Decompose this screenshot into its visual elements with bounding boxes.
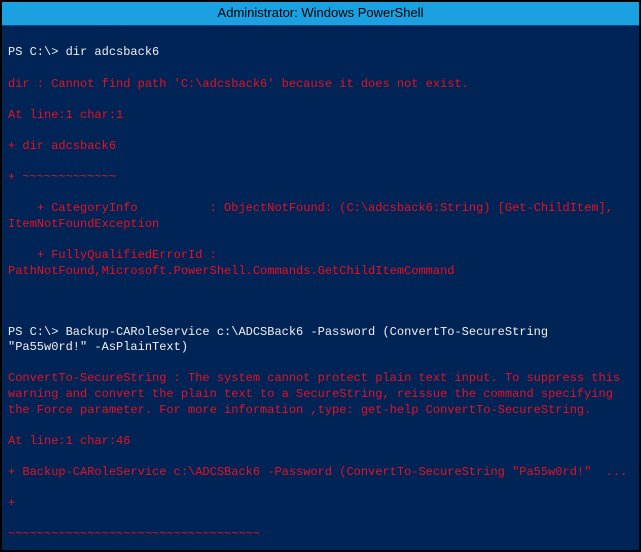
- command-text: Backup-CARoleService c:\ADCSBack6 -Passw…: [8, 325, 555, 355]
- error-line: + FullyQualifiedErrorId : PathNotFound,M…: [8, 248, 633, 279]
- window-title: Administrator: Windows PowerShell: [218, 5, 424, 20]
- error-line: + CategoryInfo : ObjectNotFound: (C:\adc…: [8, 201, 633, 232]
- error-line: dir : Cannot find path 'C:\adcsback6' be…: [8, 77, 633, 93]
- error-line: + Backup-CARoleService c:\ADCSBack6 -Pas…: [8, 465, 633, 481]
- error-line: At line:1 char:1: [8, 108, 633, 124]
- title-bar[interactable]: Administrator: Windows PowerShell: [2, 2, 639, 26]
- command-text: dir adcsback6: [66, 45, 160, 59]
- prompt: PS C:\>: [8, 325, 66, 339]
- error-line: + ~~~~~~~~~~~~~: [8, 170, 633, 186]
- error-line: At line:1 char:46: [8, 434, 633, 450]
- error-line: ConvertTo-SecureString : The system cann…: [8, 371, 633, 418]
- terminal-output[interactable]: PS C:\> dir adcsback6 dir : Cannot find …: [2, 26, 639, 550]
- blank-line: [8, 295, 633, 309]
- error-line: ~~~~~~~~~~~~~~~~~~~~~~~~~~~~~~~~~~~: [8, 527, 633, 543]
- error-line: + dir adcsback6: [8, 139, 633, 155]
- powershell-window: Administrator: Windows PowerShell PS C:\…: [0, 0, 641, 552]
- prompt: PS C:\>: [8, 45, 66, 59]
- error-line: +: [8, 496, 633, 512]
